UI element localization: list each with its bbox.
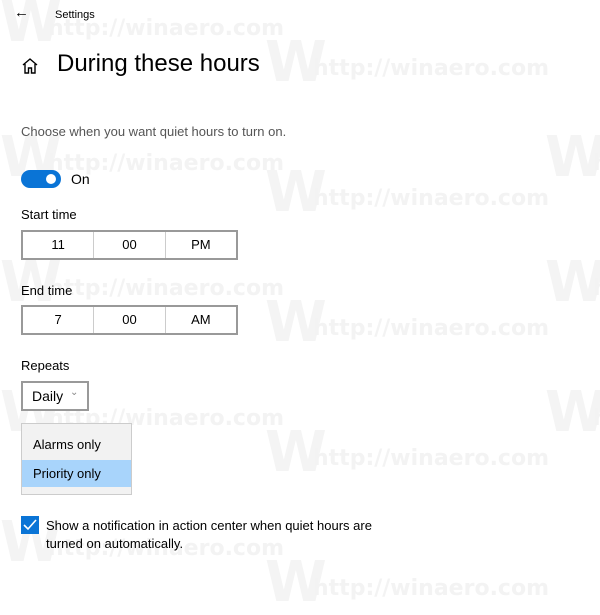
watermark-letter: W	[545, 380, 600, 445]
watermark-url: http://winaero.com	[593, 151, 600, 176]
end-hour[interactable]: 7	[23, 307, 95, 333]
end-period[interactable]: AM	[166, 307, 236, 333]
watermark-letter: W	[265, 160, 327, 225]
watermark-url: http://winaero.com	[313, 56, 550, 81]
checkmark-icon	[23, 519, 37, 531]
watermark-url: http://winaero.com	[313, 316, 550, 341]
app-title: Settings	[55, 9, 95, 21]
repeats-label: Repeats	[21, 358, 70, 373]
watermark-letter: W	[545, 125, 600, 190]
start-minute[interactable]: 00	[94, 232, 166, 258]
title-bar: ← Settings	[0, 0, 600, 30]
description-text: Choose when you want quiet hours to turn…	[21, 124, 287, 139]
toggle-knob	[46, 174, 56, 184]
notification-checkbox-label: Show a notification in action center whe…	[46, 518, 372, 551]
back-arrow-icon[interactable]: ←	[14, 4, 29, 21]
watermark-url: http://winaero.com	[313, 446, 550, 471]
start-hour[interactable]: 11	[23, 232, 95, 258]
watermark-letter: W	[265, 420, 327, 485]
watermark-url: http://winaero.com	[593, 276, 600, 301]
repeats-select[interactable]: Daily ⌄	[21, 381, 89, 411]
option-alarms-only[interactable]: Alarms only	[22, 431, 131, 458]
watermark-letter: W	[265, 290, 327, 355]
notification-checkbox[interactable]	[21, 516, 39, 534]
focus-mode-dropdown[interactable]: Alarms only Priority only	[21, 423, 132, 495]
start-time-label: Start time	[21, 207, 77, 222]
watermark-url: http://winaero.com	[313, 186, 550, 211]
watermark-url: http://winaero.com	[593, 406, 600, 431]
page-title: During these hours	[57, 50, 260, 77]
watermark-url: http://winaero.com	[313, 576, 550, 601]
watermark-letter: W	[265, 30, 327, 95]
start-period[interactable]: PM	[166, 232, 236, 258]
toggle-state-label: On	[71, 171, 90, 187]
quiet-hours-toggle[interactable]	[21, 170, 61, 188]
start-time-picker[interactable]: 11 00 PM	[21, 230, 238, 260]
chevron-down-icon: ⌄	[70, 387, 79, 398]
end-minute[interactable]: 00	[94, 307, 166, 333]
end-time-label: End time	[21, 283, 73, 298]
watermark-letter: W	[545, 250, 600, 315]
home-icon[interactable]	[20, 56, 40, 76]
option-priority-only[interactable]: Priority only	[22, 460, 131, 487]
repeats-value: Daily	[32, 388, 64, 404]
end-time-picker[interactable]: 7 00 AM	[21, 305, 238, 335]
watermark-url: http://winaero.com	[48, 276, 285, 301]
